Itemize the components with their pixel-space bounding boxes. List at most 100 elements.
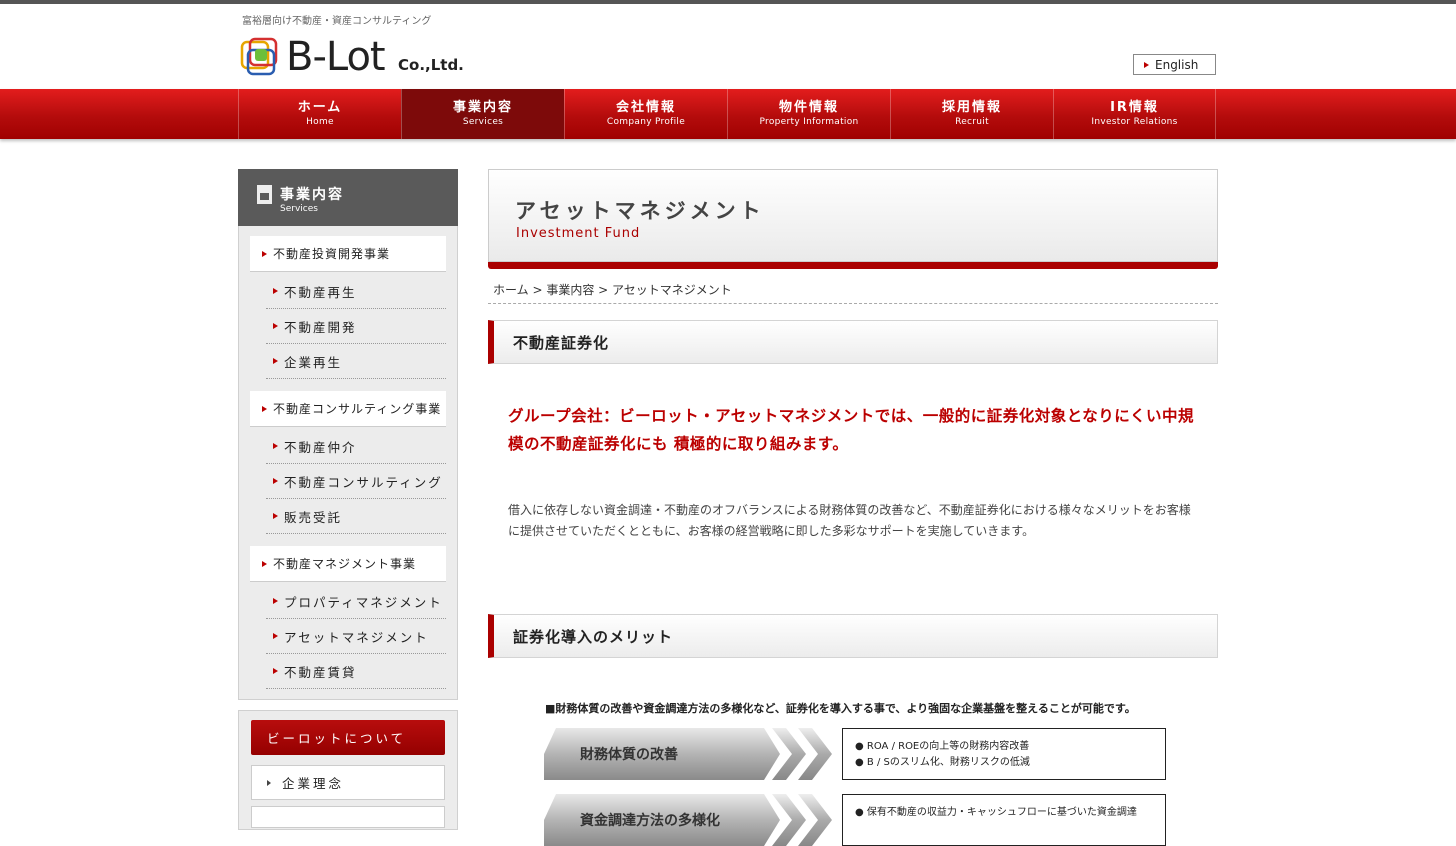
sidebar-title: 事業内容 [280, 187, 344, 203]
triangle-right-icon [273, 513, 278, 519]
merit-point: ● B / Sのスリム化、財務リスクの低減 [855, 757, 1030, 768]
triangle-right-icon [273, 288, 278, 294]
sidebar-category[interactable]: 不動産マネジメント事業 [250, 546, 446, 582]
sidebar-item[interactable]: 不動産開発 [266, 309, 446, 344]
about-panel: ビーロットについて 企業理念 [238, 710, 458, 830]
triangle-right-icon [273, 478, 278, 484]
sidebar-item-label: 不動産開発 [284, 319, 357, 335]
nav-label-en: Recruit [955, 117, 989, 127]
title-underline [488, 262, 1218, 269]
triangle-right-icon [273, 668, 278, 674]
breadcrumb-current: アセットマネジメント [612, 283, 732, 297]
category-label: 不動産マネジメント事業 [273, 557, 417, 571]
category-label: 不動産投資開発事業 [273, 247, 391, 261]
sidebar-item-label: アセットマネジメント [284, 629, 429, 645]
sidebar-item[interactable]: プロパティマネジメント [266, 584, 446, 619]
sidebar-item-label: 不動産コンサルティング [284, 474, 443, 490]
triangle-right-icon [262, 250, 267, 257]
english-button[interactable]: English [1133, 54, 1216, 75]
logo-co-ltd: Co.,Ltd. [398, 56, 464, 74]
nav-recruit[interactable]: 採用情報 Recruit [890, 89, 1053, 139]
page-title: アセットマネジメント [515, 199, 765, 223]
merit-point: ● ROA / ROEの向上等の財務内容改善 [855, 741, 1030, 752]
merit-title: 資金調達方法の多様化 [544, 794, 780, 846]
sidebar-item-label: 販売受託 [284, 509, 343, 525]
merit-lead: ■財務体質の改善や資金調達方法の多様化など、証券化を導入する事で、より強固な企業… [545, 702, 1136, 715]
top-border [0, 0, 1456, 4]
breadcrumb-home[interactable]: ホーム [493, 283, 529, 297]
sidebar-item[interactable]: 企業再生 [266, 344, 446, 379]
nav-label-en: Property Information [759, 117, 859, 127]
nav-services[interactable]: 事業内容 Services [401, 89, 564, 139]
about-item-label: 企業理念 [282, 776, 345, 791]
triangle-right-icon [1144, 61, 1149, 68]
nav-label-jp: IR情報 [1110, 100, 1159, 115]
sidebar: 事業内容 Services 不動産投資開発事業 不動産再生 不動産開発 企業再生… [238, 169, 458, 700]
sidebar-category[interactable]: 不動産コンサルティング事業 [250, 391, 446, 427]
merit-row: 資金調達方法の多様化 ● 保有不動産の収益力・キャッシュフローに基づいた資金調達 [544, 794, 1166, 846]
nav-ir[interactable]: IR情報 Investor Relations [1053, 89, 1216, 139]
sidebar-item[interactable]: 販売受託 [266, 499, 446, 534]
breadcrumb-separator: > [528, 283, 547, 297]
body-text: 借入に依存しない資金調達・不動産のオフバランスによる財務体質の改善など、不動産証… [508, 503, 1191, 538]
triangle-right-icon [273, 598, 278, 604]
breadcrumb-services[interactable]: 事業内容 [546, 283, 594, 297]
lead-text: グループ会社：ビーロット・アセットマネジメントでは、一般的に証券化対象となりにく… [508, 407, 1194, 453]
nav-property[interactable]: 物件情報 Property Information [727, 89, 890, 139]
sidebar-item-label: 不動産仲介 [284, 439, 357, 455]
triangle-right-icon [262, 405, 267, 412]
sidebar-subtitle: Services [280, 204, 318, 214]
page-title-box: アセットマネジメント Investment Fund [488, 169, 1218, 262]
building-icon [257, 185, 272, 204]
about-item[interactable]: 企業理念 [251, 765, 445, 800]
nav-label-jp: 物件情報 [778, 100, 839, 115]
sidebar-category[interactable]: 不動産投資開発事業 [250, 236, 446, 272]
sidebar-item-label: 企業再生 [284, 354, 343, 370]
nav-home[interactable]: ホーム Home [238, 89, 401, 139]
triangle-right-icon [273, 323, 278, 329]
triangle-right-icon [267, 779, 271, 786]
site-tagline: 富裕層向け不動産・資産コンサルティング [242, 16, 432, 27]
logo-wordmark: B-Lot [286, 34, 386, 80]
sidebar-item[interactable]: 不動産仲介 [266, 429, 446, 464]
triangle-right-icon [273, 358, 278, 364]
sidebar-item[interactable]: 不動産コンサルティング [266, 464, 446, 499]
sidebar-item-label: 不動産賃貸 [284, 664, 357, 680]
logo-squares-icon [240, 37, 278, 76]
english-label: English [1155, 57, 1199, 72]
nav-label-jp: 会社情報 [615, 100, 676, 115]
about-item[interactable] [251, 806, 445, 828]
nav-label-jp: 採用情報 [941, 100, 1002, 115]
sidebar-item-label: 不動産再生 [284, 284, 357, 300]
about-header[interactable]: ビーロットについて [251, 720, 445, 755]
merit-row: 財務体質の改善 ● ROA / ROEの向上等の財務内容改善 ● B / Sのス… [544, 728, 1166, 780]
section-heading: 証券化導入のメリット [488, 614, 1218, 658]
sidebar-item-label: プロパティマネジメント [284, 594, 443, 610]
section-heading: 不動産証券化 [488, 320, 1218, 364]
global-nav: ホーム Home 事業内容 Services 会社情報 Company Prof… [0, 89, 1456, 139]
category-label: 不動産コンサルティング事業 [273, 402, 442, 416]
main-content: アセットマネジメント Investment Fund ホーム > 事業内容 > … [488, 169, 1218, 846]
nav-company[interactable]: 会社情報 Company Profile [564, 89, 727, 139]
nav-label-en: Investor Relations [1091, 117, 1178, 127]
sidebar-item[interactable]: 不動産再生 [266, 274, 446, 309]
nav-label-jp: ホーム [297, 100, 343, 115]
merit-points: ● 保有不動産の収益力・キャッシュフローに基づいた資金調達 [842, 794, 1166, 846]
sidebar-item[interactable]: 不動産賃貸 [266, 654, 446, 689]
company-logo[interactable]: B-Lot Co.,Ltd. [240, 34, 480, 80]
merit-points: ● ROA / ROEの向上等の財務内容改善 ● B / Sのスリム化、財務リス… [842, 728, 1166, 780]
nav-label-jp: 事業内容 [452, 100, 513, 115]
breadcrumb: ホーム > 事業内容 > アセットマネジメント [488, 281, 1218, 304]
merit-point: ● 保有不動産の収益力・キャッシュフローに基づいた資金調達 [855, 807, 1137, 818]
merit-title: 財務体質の改善 [544, 728, 780, 780]
sidebar-item-active[interactable]: アセットマネジメント [266, 619, 446, 654]
triangle-right-icon [273, 633, 278, 639]
sidebar-menu: 不動産投資開発事業 不動産再生 不動産開発 企業再生 不動産コンサルティング事業… [238, 226, 458, 700]
nav-label-en: Home [306, 117, 334, 127]
nav-label-en: Company Profile [606, 117, 686, 127]
sidebar-header: 事業内容 Services [238, 169, 458, 226]
nav-label-en: Services [462, 117, 504, 127]
breadcrumb-separator: > [594, 283, 613, 297]
page-subtitle: Investment Fund [516, 226, 641, 241]
triangle-right-icon [262, 560, 267, 567]
